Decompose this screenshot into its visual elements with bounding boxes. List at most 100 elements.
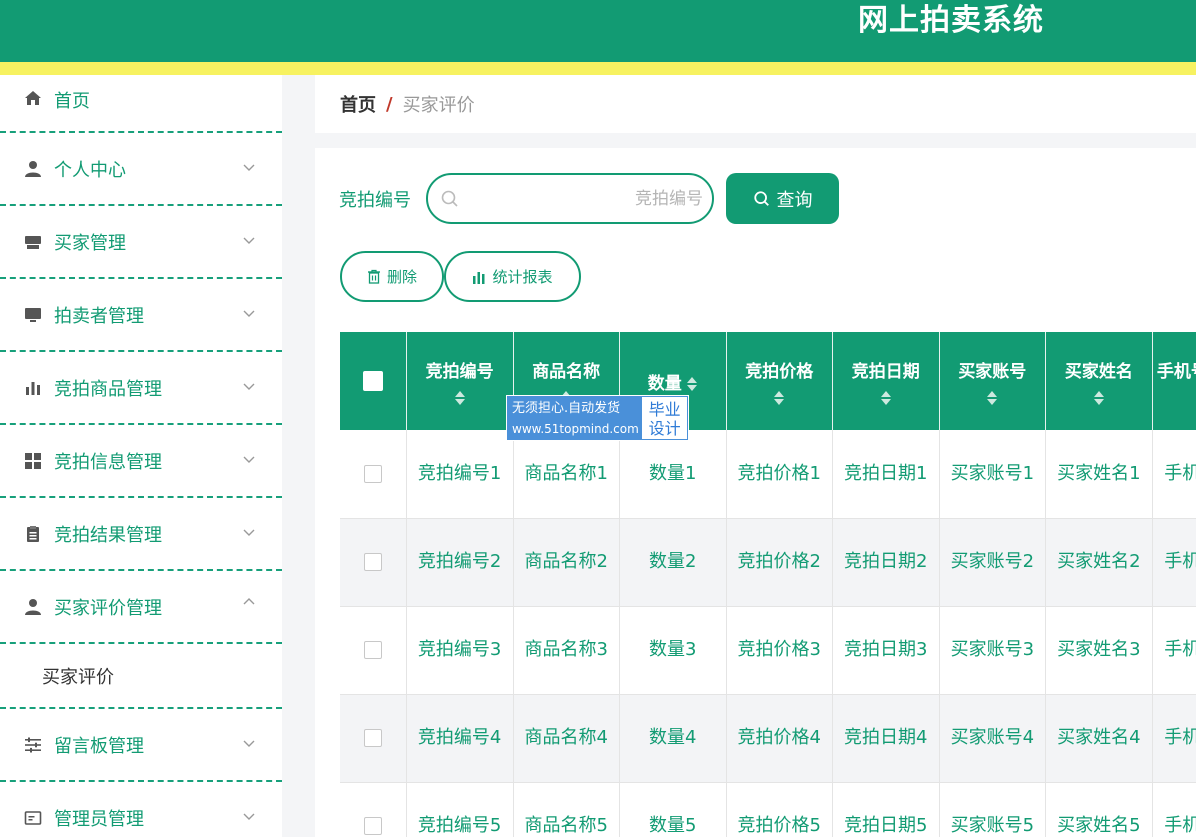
chevron-down-icon <box>243 529 255 536</box>
table-cell: 竞拍价格3 <box>726 606 833 695</box>
app-header: 网上拍卖系统 <box>0 0 1196 62</box>
search-label: 竞拍编号 <box>339 190 411 211</box>
sort-icon[interactable] <box>454 390 466 406</box>
sidebar-item-home[interactable]: 首页 <box>0 75 282 133</box>
column-header[interactable]: 买家账号 <box>939 332 1046 430</box>
column-header[interactable]: 竞拍价格 <box>726 332 833 430</box>
sort-icon[interactable] <box>1093 390 1105 406</box>
watermark-text: 无须担心.自动发货 www.51topmind.com <box>507 396 641 440</box>
chevron-down-icon <box>243 813 255 820</box>
sidebar-subitem-buyer-review[interactable]: 买家评价 <box>0 644 282 709</box>
breadcrumb-current: 买家评价 <box>402 95 475 116</box>
table-cell: 竞拍日期1 <box>832 430 940 519</box>
sliders-icon <box>22 734 44 756</box>
grid-icon <box>22 450 44 472</box>
sort-icon[interactable] <box>986 390 998 406</box>
column-header[interactable]: 买家姓名 <box>1045 332 1153 430</box>
column-title: 数量 <box>647 373 682 394</box>
watermark-line1: 无须担心.自动发货 <box>512 401 621 416</box>
table-cell: 商品名称3 <box>513 606 620 695</box>
table-cell: 数量2 <box>619 518 727 607</box>
table-cell: 买家账号2 <box>939 518 1046 607</box>
table-cell: 竞拍价格1 <box>726 430 833 519</box>
row-checkbox[interactable] <box>363 641 382 659</box>
sidebar-item-buyer-review[interactable]: 买家评价管理 <box>0 571 282 644</box>
sort-icon[interactable] <box>880 390 892 406</box>
table-cell: 商品名称2 <box>513 518 620 607</box>
sidebar-item-seller-management[interactable]: 拍卖者管理 <box>0 279 282 352</box>
bar-chart-icon <box>22 377 44 399</box>
sidebar-item-label: 竞拍信息管理 <box>54 451 162 473</box>
table-cell: 买家姓名2 <box>1045 518 1153 607</box>
sidebar-item-buyer-management[interactable]: 买家管理 <box>0 206 282 279</box>
table-cell: 买家账号5 <box>939 782 1046 837</box>
home-icon <box>22 87 44 109</box>
app-title: 网上拍卖系统 <box>858 3 1044 38</box>
table-cell: 买家姓名3 <box>1045 606 1153 695</box>
column-header[interactable]: 竞拍日期 <box>832 332 940 430</box>
column-title: 商品名称 <box>532 361 601 382</box>
table-cell: 手机号码5 <box>1152 782 1196 837</box>
row-select-cell <box>340 782 407 837</box>
header-stripe <box>0 62 1196 75</box>
column-title: 竞拍编号 <box>425 361 494 382</box>
watermark-badge: 无须担心.自动发货 www.51topmind.com 毕业 设计 <box>506 395 689 441</box>
search-input[interactable] <box>468 183 703 215</box>
sidebar-item-label: 竞拍结果管理 <box>54 524 162 546</box>
column-title: 竞拍价格 <box>745 361 814 382</box>
table-cell: 竞拍编号4 <box>406 694 514 783</box>
table-cell: 买家账号3 <box>939 606 1046 695</box>
sidebar-item-personal-center[interactable]: 个人中心 <box>0 133 282 206</box>
table-cell: 买家账号1 <box>939 430 1046 519</box>
query-button[interactable]: 查询 <box>726 173 839 224</box>
table-cell: 竞拍日期4 <box>832 694 940 783</box>
sidebar-item-auction-goods[interactable]: 竞拍商品管理 <box>0 352 282 425</box>
breadcrumb-separator: / <box>386 93 393 115</box>
row-select-cell <box>340 606 407 695</box>
sidebar-item-auction-result[interactable]: 竞拍结果管理 <box>0 498 282 571</box>
watermark-line2: www.51topmind.com <box>512 422 639 436</box>
column-header[interactable]: 竞拍编号 <box>406 332 514 430</box>
delete-button[interactable]: 删除 <box>340 251 444 302</box>
row-select-cell <box>340 694 407 783</box>
search-field[interactable] <box>426 173 714 224</box>
column-header[interactable]: 手机号码 <box>1152 332 1196 430</box>
watermark-tag1: 毕业 <box>648 400 681 419</box>
sidebar-subitem-label: 买家评价 <box>42 666 114 688</box>
table-cell: 买家姓名1 <box>1045 430 1153 519</box>
row-checkbox[interactable] <box>363 553 382 571</box>
row-checkbox[interactable] <box>363 729 382 747</box>
sidebar-item-message-board[interactable]: 留言板管理 <box>0 709 282 782</box>
select-all-cell <box>340 332 407 430</box>
sidebar-item-label: 留言板管理 <box>54 735 144 757</box>
table-row: 竞拍编号2商品名称2数量2竞拍价格2竞拍日期2买家账号2买家姓名2手机号码2 <box>340 518 1196 607</box>
stats-report-button[interactable]: 统计报表 <box>444 251 581 302</box>
row-checkbox[interactable] <box>363 464 382 483</box>
select-all-checkbox[interactable] <box>362 371 383 391</box>
store-icon <box>22 231 44 253</box>
row-select-cell <box>340 430 407 519</box>
breadcrumb: 首页 / 买家评价 <box>315 75 1196 133</box>
breadcrumb-home[interactable]: 首页 <box>340 91 376 117</box>
table-cell: 竞拍价格2 <box>726 518 833 607</box>
query-button-label: 查询 <box>776 189 813 211</box>
chevron-down-icon <box>243 456 255 463</box>
sort-icon[interactable] <box>773 390 785 406</box>
sidebar-item-auction-info[interactable]: 竞拍信息管理 <box>0 425 282 498</box>
sidebar-item-label: 管理员管理 <box>54 808 144 830</box>
sidebar-item-admin-management[interactable]: 管理员管理 <box>0 782 282 837</box>
table-cell: 手机号码3 <box>1152 606 1196 695</box>
table-cell: 买家账号4 <box>939 694 1046 783</box>
column-title: 竞拍日期 <box>851 361 920 382</box>
table-cell: 竞拍价格5 <box>726 782 833 837</box>
table-cell: 商品名称4 <box>513 694 620 783</box>
table-cell: 手机号码1 <box>1152 430 1196 519</box>
sort-icon[interactable] <box>686 376 698 392</box>
table-cell: 买家姓名5 <box>1045 782 1153 837</box>
chevron-down-icon <box>243 383 255 390</box>
row-checkbox[interactable] <box>363 817 382 835</box>
search-icon <box>753 190 769 206</box>
main-content: 竞拍编号 查询 删除 统计报表 竞拍编号 商品名称 数量 竞 <box>315 148 1196 837</box>
data-table: 竞拍编号 商品名称 数量 竞拍价格 竞拍日期 买家账号 买家姓名 手机号码 竞拍… <box>340 332 1196 837</box>
sidebar-item-label: 个人中心 <box>54 159 126 181</box>
